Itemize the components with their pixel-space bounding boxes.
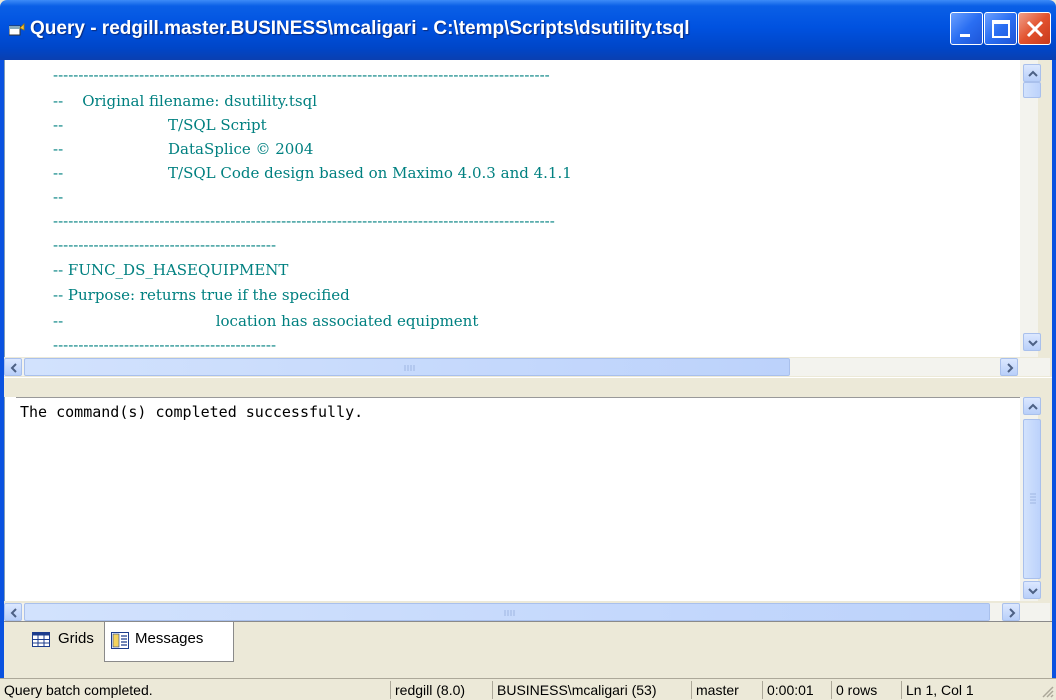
editor-gutter <box>4 60 17 357</box>
messages-icon <box>111 632 129 649</box>
window-title: Query - redgill.master.BUSINESS\mcaligar… <box>30 18 690 39</box>
results-pane[interactable]: The command(s) completed successfully. <box>16 397 1020 601</box>
tab-messages-label: Messages <box>135 630 204 647</box>
code-line: ----------------------------------------… <box>53 66 550 84</box>
query-editor[interactable]: ----------------------------------------… <box>17 60 1020 357</box>
scroll-left-button[interactable] <box>4 603 22 621</box>
status-message: Query batch completed. <box>4 682 153 698</box>
scroll-left-button[interactable] <box>4 358 22 376</box>
grid-icon <box>32 632 50 647</box>
code-line: -- T/SQL Code design based on Maximo 4.0… <box>53 164 572 182</box>
results-gutter <box>4 397 16 601</box>
chevron-down-icon <box>1028 340 1038 347</box>
chevron-down-icon <box>1028 588 1038 595</box>
chevron-right-icon <box>1007 363 1014 373</box>
status-elapsed-time: 0:00:01 <box>762 681 814 699</box>
tab-messages[interactable]: Messages <box>104 622 234 662</box>
chevron-up-icon <box>1028 70 1038 77</box>
code-line: -- DataSplice © 2004 <box>53 140 314 158</box>
minimize-icon <box>960 34 970 37</box>
status-server: redgill (8.0) <box>390 681 465 699</box>
chevron-right-icon <box>1009 608 1016 618</box>
scroll-right-button[interactable] <box>1002 603 1020 621</box>
scroll-down-button[interactable] <box>1023 581 1041 599</box>
editor-vertical-scrollbar[interactable] <box>1020 60 1041 357</box>
status-cursor-position: Ln 1, Col 1 <box>901 681 974 699</box>
scroll-thumb[interactable] <box>1023 82 1041 98</box>
results-vertical-scrollbar[interactable] <box>1020 397 1041 601</box>
code-line: -- Purpose: returns true if the specifie… <box>53 286 350 304</box>
chevron-left-icon <box>10 363 17 373</box>
status-database: master <box>691 681 739 699</box>
scroll-right-button[interactable] <box>1000 358 1018 376</box>
maximize-button[interactable] <box>984 12 1017 45</box>
code-line: ----------------------------------------… <box>53 236 277 254</box>
resize-grip-icon[interactable] <box>1038 682 1054 698</box>
window-frame-right <box>1052 60 1056 678</box>
code-line: -- FUNC_DS_HASEQUIPMENT <box>53 261 289 279</box>
code-line: -- location has associated equipment <box>53 312 479 330</box>
results-horizontal-scrollbar[interactable] <box>4 603 1050 621</box>
scroll-thumb[interactable] <box>1023 419 1041 579</box>
code-line: -- T/SQL Script <box>53 116 267 134</box>
scroll-down-button[interactable] <box>1023 333 1041 351</box>
minimize-button[interactable] <box>950 12 983 45</box>
chevron-up-icon <box>1028 403 1038 410</box>
close-button[interactable] <box>1018 12 1051 45</box>
code-line: ----------------------------------------… <box>53 212 555 230</box>
grip-lines-icon <box>504 610 515 616</box>
grip-lines-icon <box>1030 493 1036 504</box>
chevron-left-icon <box>10 608 17 618</box>
code-line: ----------------------------------------… <box>53 336 277 354</box>
maximize-icon <box>992 20 1010 38</box>
result-tabs: Grids Messages <box>4 621 1052 662</box>
status-row-count: 0 rows <box>831 681 877 699</box>
status-login: BUSINESS\mcaligari (53) <box>492 681 657 699</box>
tab-grids-label: Grids <box>58 630 94 647</box>
scroll-thumb[interactable] <box>24 603 990 621</box>
status-bar: Query batch completed. redgill (8.0) BUS… <box>0 678 1056 700</box>
result-message: The command(s) completed successfully. <box>20 403 364 421</box>
query-window-icon <box>9 23 25 36</box>
pane-splitter[interactable] <box>4 377 1052 397</box>
editor-horizontal-scrollbar[interactable] <box>4 358 1050 376</box>
grip-lines-icon <box>404 365 415 371</box>
scroll-up-button[interactable] <box>1023 64 1041 82</box>
close-icon <box>1026 20 1044 38</box>
scroll-up-button[interactable] <box>1023 397 1041 415</box>
code-line: -- Original filename: dsutility.tsql <box>53 92 318 110</box>
scroll-thumb[interactable] <box>24 358 790 376</box>
code-line: -- <box>53 188 64 206</box>
title-bar[interactable]: Query - redgill.master.BUSINESS\mcaligar… <box>0 0 1056 60</box>
